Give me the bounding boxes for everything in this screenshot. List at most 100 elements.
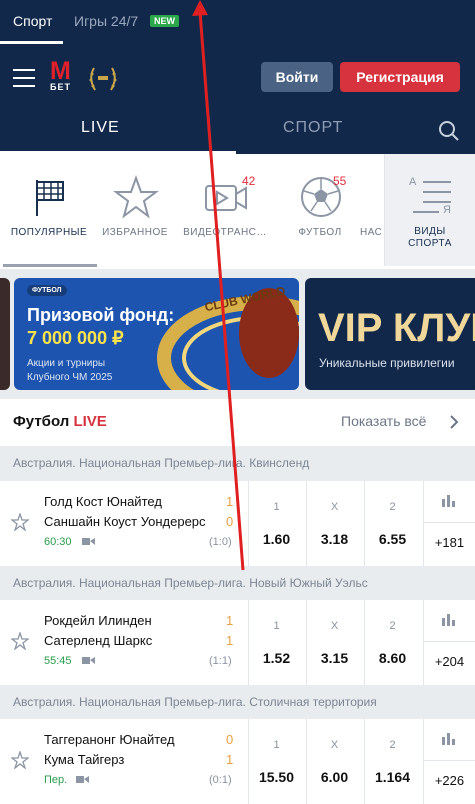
score-away: 0 xyxy=(226,514,234,529)
star-icon[interactable] xyxy=(11,513,29,531)
category-favorites[interactable]: ИЗБРАННОЕ xyxy=(90,154,180,266)
team-home: Таггеранонг Юнайтед xyxy=(44,732,175,747)
odd-value: 1.60 xyxy=(262,531,291,547)
odd-home[interactable]: 1 15.50 xyxy=(248,719,304,804)
tab-live[interactable]: LIVE xyxy=(81,119,120,137)
laurel-wreath-icon xyxy=(89,67,117,91)
sports-kinds-line2: СПОРТА xyxy=(408,238,452,249)
category-label: ПОПУЛЯРНЫЕ xyxy=(10,227,88,238)
match-row[interactable]: Голд Кост Юнайтед Саншайн Коуст Уондерер… xyxy=(0,481,475,566)
vip-title: VIP КЛУБ xyxy=(318,306,475,350)
odd-label: X xyxy=(330,620,339,632)
category-label: ФУТБОЛ xyxy=(298,227,342,238)
stats-box[interactable] xyxy=(424,719,475,761)
top-bar: Спорт Игры 24/7 NEW xyxy=(0,0,475,44)
team-away: Саншайн Коуст Уондерерс xyxy=(44,514,206,529)
team-home: Голд Кост Юнайтед xyxy=(44,494,162,509)
match-row[interactable]: Рокдейл Илинден Сатерленд Шаркс 1 1 55:4… xyxy=(0,600,475,685)
letter-a: А xyxy=(409,176,417,188)
show-all-link[interactable]: Показать всё xyxy=(341,413,426,429)
odd-label: 1 xyxy=(273,620,280,632)
league-header[interactable]: Австралия. Национальная Премьер-лига. Но… xyxy=(0,566,475,601)
odd-home[interactable]: 1 1.52 xyxy=(248,600,304,685)
odd-label: 2 xyxy=(389,620,396,632)
flag-icon xyxy=(36,180,64,216)
category-popular[interactable]: ПОПУЛЯРНЫЕ xyxy=(4,154,94,266)
odd-away[interactable]: 2 1.164 xyxy=(364,719,420,804)
score-away: 1 xyxy=(226,633,234,648)
sports-kinds-button[interactable]: А Я ВИДЫ СПОРТА xyxy=(384,154,475,266)
category-label: ИЗБРАННОЕ xyxy=(102,227,168,238)
match-time: 55:45 xyxy=(44,655,72,667)
odd-home[interactable]: 1 1.60 xyxy=(248,481,304,566)
more-count: +181 xyxy=(434,535,465,550)
odd-label: 1 xyxy=(273,501,280,513)
tab-sport-line[interactable]: СПОРТ xyxy=(283,119,343,137)
odd-away[interactable]: 2 8.60 xyxy=(364,600,420,685)
category-football[interactable]: 55 ФУТБОЛ xyxy=(275,154,365,266)
category-video[interactable]: 42 ВИДЕОТРАНС… xyxy=(180,154,270,266)
star-icon[interactable] xyxy=(11,632,29,650)
match-time: Пер. xyxy=(44,774,68,786)
team-home: Рокдейл Илинден xyxy=(44,613,152,628)
score-home: 1 xyxy=(226,613,234,628)
odd-label: 1 xyxy=(273,739,280,751)
odd-draw[interactable]: X 3.15 xyxy=(306,600,362,685)
banner-title: Призовой фонд: xyxy=(27,305,175,325)
video-count: 42 xyxy=(242,174,256,188)
league-header[interactable]: Австралия. Национальная Премьер-лига. Ст… xyxy=(0,685,475,720)
promo-banners: CLUB WORLD ФУТБОЛ Призовой фонд: 7 000 0… xyxy=(0,269,475,399)
section-header: Футбол LIVE Показать всё xyxy=(0,399,475,446)
banner-amount: 7 000 000 ₽ xyxy=(27,328,124,348)
more-count: +226 xyxy=(434,773,465,788)
stats-box[interactable] xyxy=(424,600,475,642)
logo-m: М xyxy=(50,57,71,85)
stats-icon xyxy=(442,495,455,507)
search-icon[interactable] xyxy=(438,120,460,142)
sports-kinds-line1: ВИДЫ xyxy=(414,226,446,237)
score-away: 1 xyxy=(226,752,234,767)
login-button[interactable]: Войти xyxy=(261,62,333,92)
tab-sport[interactable]: Спорт xyxy=(13,13,52,29)
logo[interactable]: М БЕТ xyxy=(50,57,76,93)
video-icon xyxy=(82,657,95,664)
logo-bet: БЕТ xyxy=(50,82,71,92)
half-score: (0:1) xyxy=(209,774,232,786)
stats-icon xyxy=(442,733,455,745)
odd-away[interactable]: 2 6.55 xyxy=(364,481,420,566)
half-score: (1:0) xyxy=(209,536,232,548)
odd-value: 1.52 xyxy=(262,650,291,666)
odd-label: X xyxy=(330,739,339,751)
odd-value: 8.60 xyxy=(378,650,407,666)
banner-prev[interactable] xyxy=(0,278,10,390)
more-markets[interactable]: +204 xyxy=(423,600,475,685)
menu-icon[interactable] xyxy=(13,69,35,87)
video-icon xyxy=(76,776,89,783)
league-header[interactable]: Австралия. Национальная Премьер-лига. Кв… xyxy=(0,446,475,481)
more-markets[interactable]: +181 xyxy=(423,481,475,566)
odd-value: 6.00 xyxy=(320,769,349,785)
odd-draw[interactable]: X 3.18 xyxy=(306,481,362,566)
section-title-text: Футбол xyxy=(13,413,70,430)
match-row[interactable]: Таггеранонг Юнайтед Кума Тайгерз 0 1 Пер… xyxy=(0,719,475,804)
odd-draw[interactable]: X 6.00 xyxy=(306,719,362,804)
match-time: 60:30 xyxy=(44,536,72,548)
more-count: +204 xyxy=(434,654,465,669)
half-score: (1:1) xyxy=(209,655,232,667)
section-title-live: LIVE xyxy=(73,413,107,430)
odd-value: 1.164 xyxy=(374,769,411,785)
odd-value: 6.55 xyxy=(378,531,407,547)
star-icon[interactable] xyxy=(11,751,29,769)
team-away: Кума Тайгерз xyxy=(44,752,125,767)
score-home: 0 xyxy=(226,732,234,747)
banner-prize-fund[interactable]: CLUB WORLD ФУТБОЛ Призовой фонд: 7 000 0… xyxy=(14,278,299,390)
category-active-underline xyxy=(3,264,97,267)
chevron-right-icon[interactable] xyxy=(449,415,459,429)
stats-box[interactable] xyxy=(424,481,475,523)
vip-subtitle: Уникальные привилегии xyxy=(319,356,455,370)
more-markets[interactable]: +226 xyxy=(423,719,475,804)
register-button[interactable]: Регистрация xyxy=(340,62,460,92)
banner-vip[interactable]: VIP КЛУБ Уникальные привилегии xyxy=(305,278,475,390)
header: М БЕТ Войти Регистрация LIVE СПОРТ xyxy=(0,44,475,154)
tab-games[interactable]: Игры 24/7 xyxy=(74,13,138,29)
